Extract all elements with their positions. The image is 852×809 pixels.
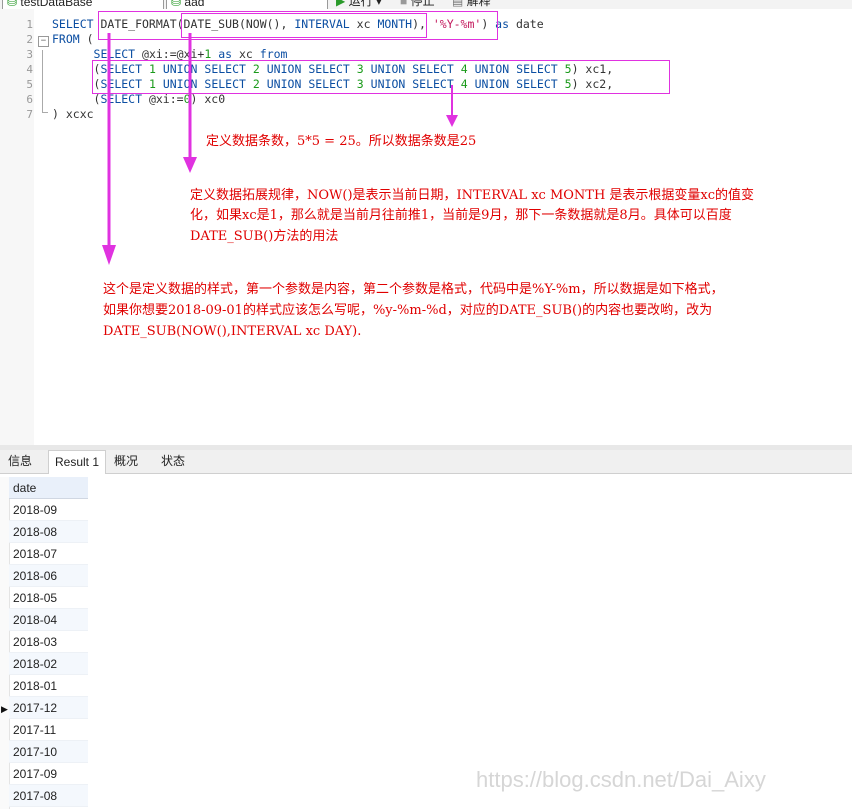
table-row[interactable]: 2017-12 [9, 697, 88, 719]
stop-button[interactable]: ■ 停止 [400, 0, 435, 9]
table-row[interactable]: 2017-10 [9, 741, 88, 763]
database-select[interactable]: ⛁ testDataBase [2, 0, 164, 9]
result-tabs: 信息 Result 1 概况 状态 [0, 450, 852, 474]
table-row[interactable]: 2017-11 [9, 719, 88, 741]
table-row[interactable]: 2017-08 [9, 785, 88, 807]
annotation-note-date-sub-1: 定义数据拓展规律，NOW()是表示当前日期，INTERVAL xc MONTH … [190, 188, 755, 203]
tab-status[interactable]: 状态 [155, 450, 191, 472]
table-row[interactable]: 2018-07 [9, 543, 88, 565]
tab-info[interactable]: 信息 [2, 450, 38, 472]
annotation-note-format-2: 如果你想要2018-09-01的样式应该怎么写呢，%y-%m-%d，对应的DAT… [103, 303, 713, 318]
arrow-head-icon [446, 115, 458, 127]
current-row-pointer-icon: ▶ [1, 704, 8, 714]
result-grid: date 2018-09 2018-08 2018-07 2018-06 201… [0, 477, 852, 809]
tab-result-1[interactable]: Result 1 [48, 450, 107, 474]
table-row[interactable]: 2018-09 [9, 499, 88, 521]
annotation-note-format-3: DATE_SUB(NOW(),INTERVAL xc DAY). [103, 324, 362, 339]
toolbar: ⛁ testDataBase ⛁ aad ▶ 运行 ▾ ■ 停止 ▤ 解释 [0, 0, 852, 9]
table-row[interactable]: 2018-02 [9, 653, 88, 675]
explain-button[interactable]: ▤ 解释 [452, 0, 491, 9]
column-header-date[interactable]: date [9, 477, 88, 499]
arrow-head-icon [102, 245, 116, 265]
table-row[interactable]: 2018-03 [9, 631, 88, 653]
stop-icon: ■ [400, 0, 411, 8]
schema-select[interactable]: ⛁ aad [166, 0, 328, 9]
watermark: https://blog.csdn.net/Dai_Aixy [476, 767, 766, 792]
table-row[interactable]: 2017-09 [9, 763, 88, 785]
schema-icon: ⛁ [171, 0, 185, 9]
table-row[interactable]: 2018-01 [9, 675, 88, 697]
table-row[interactable]: 2018-04 [9, 609, 88, 631]
explain-icon: ▤ [452, 0, 467, 8]
sql-editor[interactable]: 1 2 3 4 5 6 7 − SELECT DATE_FORMAT(DATE_… [0, 9, 852, 445]
table-row[interactable]: 2018-08 [9, 521, 88, 543]
table-row[interactable]: 2018-05 [9, 587, 88, 609]
run-button[interactable]: ▶ 运行 ▾ [336, 0, 382, 9]
annotation-note-date-sub-3: DATE_SUB()方法的用法 [190, 229, 339, 244]
tab-overview[interactable]: 概况 [108, 450, 144, 472]
table-row[interactable]: 2018-06 [9, 565, 88, 587]
database-icon: ⛁ [7, 0, 21, 9]
annotation-note-row-count: 定义数据条数，5*5 = 25。所以数据条数是25 [206, 134, 477, 149]
annotation-note-format-1: 这个是定义数据的样式，第一个参数是内容，第二个参数是格式，代码中是%Y-%m，所… [103, 282, 724, 297]
annotation-note-date-sub-2: 化，如果xc是1，那么就是当前月往前推1，当前是9月，那下一条数据就是8月。具体… [190, 208, 732, 223]
play-icon: ▶ [336, 0, 349, 8]
annotation-arrows [102, 33, 458, 265]
arrow-head-icon [183, 157, 197, 173]
